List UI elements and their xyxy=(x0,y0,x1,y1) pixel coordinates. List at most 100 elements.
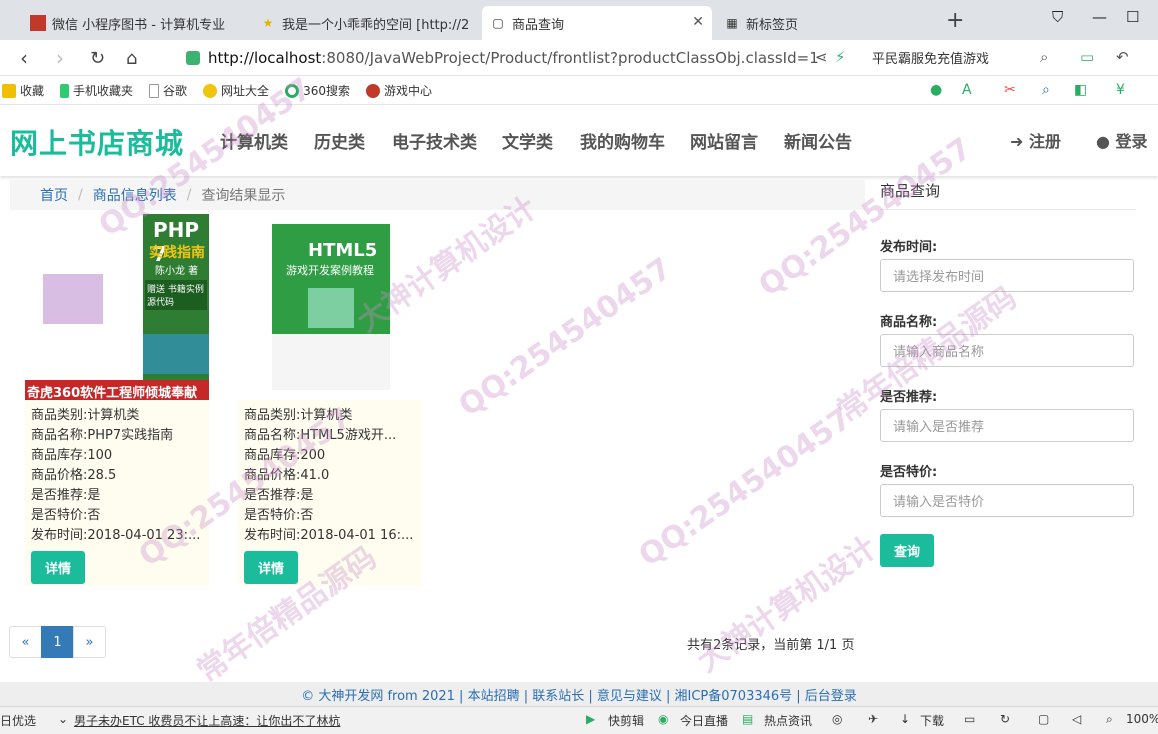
status-deals[interactable]: 日优选 xyxy=(0,712,36,729)
pagination: « 1 » xyxy=(9,626,106,658)
tab-title: 我是一个小乖乖的空间 [http://2 xyxy=(282,17,470,33)
search-panel: 商品查询 发布时间: 请选择发布时间 商品名称: 请输入商品名称 是否推荐: 请… xyxy=(880,180,1136,580)
search-icon[interactable]: ⌕ xyxy=(1040,48,1048,66)
window-icon[interactable]: ▢ xyxy=(1038,712,1049,726)
login-link[interactable]: ● 登录 xyxy=(1096,128,1148,152)
wallet-icon[interactable]: ¥ xyxy=(1116,82,1125,98)
maximize-icon[interactable]: ☐ xyxy=(1126,8,1139,26)
share-icon[interactable]: ⋖ xyxy=(815,48,828,66)
chevron-down-icon: ⌄ xyxy=(58,712,69,726)
next-page-button[interactable]: » xyxy=(73,626,106,658)
nav-history[interactable]: 历史类 xyxy=(314,128,365,153)
publish-time-input[interactable]: 请选择发布时间 xyxy=(880,259,1134,292)
new-tab-icon[interactable]: + xyxy=(946,8,964,33)
nav-literature[interactable]: 文学类 xyxy=(502,128,553,153)
product-stock: 商品库存:100 xyxy=(31,448,113,463)
status-news-link[interactable]: 男子未办ETC 收费员不让上高速：让你出不了林杭 xyxy=(74,712,340,729)
bookmark-games[interactable]: 游戏中心 xyxy=(365,82,432,99)
refresh-icon[interactable]: ↻ xyxy=(1000,712,1010,726)
layout-icon[interactable]: ▭ xyxy=(964,712,975,726)
home-icon[interactable]: ⌂ xyxy=(126,48,137,69)
url-path: :8080/JavaWebProject/Product/frontlist?p… xyxy=(321,49,819,67)
product-price: 商品价格:41.0 xyxy=(244,468,330,483)
recommend-input[interactable]: 请输入是否推荐 xyxy=(880,409,1134,442)
secure-shield-icon xyxy=(186,51,200,65)
detail-button[interactable]: 详情 xyxy=(31,551,85,584)
status-hot-news[interactable]: 热点资讯 xyxy=(764,712,812,729)
breadcrumb-separator: / xyxy=(78,187,83,203)
shirt-icon[interactable]: ⛉ xyxy=(1052,8,1063,26)
close-tab-icon[interactable]: ✕ xyxy=(692,14,704,30)
status-quick-edit[interactable]: 快剪辑 xyxy=(608,712,644,729)
prev-page-button[interactable]: « xyxy=(9,626,42,658)
site-header: 网上书店商城 计算机类 历史类 电子技术类 文学类 我的购物车 网站留言 新闻公… xyxy=(0,106,1158,176)
url-field[interactable]: http://localhost:8080/JavaWebProject/Pro… xyxy=(186,46,846,70)
breadcrumb-current: 查询结果显示 xyxy=(201,188,286,204)
product-recommend: 是否推荐:是 xyxy=(31,488,101,503)
browser-tab-4[interactable]: ▦ 新标签页 xyxy=(716,6,938,40)
battery-icon[interactable]: ▭ xyxy=(1080,48,1094,66)
browser-tab-active[interactable]: ▢ 商品查询 ✕ xyxy=(482,6,712,40)
gamepad-icon[interactable]: ◧ xyxy=(1074,82,1087,98)
status-live[interactable]: 今日直播 xyxy=(680,712,728,729)
video-edit-icon: ▶ xyxy=(586,712,596,726)
breadcrumb-home[interactable]: 首页 xyxy=(40,185,68,205)
breadcrumb: 首页 / 商品信息列表 / 查询结果显示 xyxy=(10,180,865,210)
chat-icon[interactable]: ● xyxy=(930,82,942,98)
lightning-icon[interactable]: ⚡ xyxy=(835,48,846,66)
undo-icon[interactable]: ↶ xyxy=(1116,48,1129,66)
translate-icon[interactable]: A xyxy=(962,82,972,98)
bookmark-label: 网址大全 xyxy=(221,84,270,98)
nav-messages[interactable]: 网站留言 xyxy=(690,128,758,153)
product-name-input[interactable]: 请输入商品名称 xyxy=(880,334,1134,367)
product-publish-time: 发布时间:2018-04-01 16:... xyxy=(244,528,414,543)
pin-icon[interactable]: ✈ xyxy=(868,712,878,726)
reload-icon[interactable]: ↻ xyxy=(90,48,105,69)
sign-in-icon: ➜ xyxy=(1010,132,1024,151)
nav-news[interactable]: 新闻公告 xyxy=(784,128,852,153)
cover-author: 陈小龙 著 xyxy=(155,266,199,277)
search-suggestion[interactable]: 平民霸服免充值游戏 xyxy=(872,48,989,67)
product-special: 是否特价:否 xyxy=(31,508,101,523)
query-button[interactable]: 查询 xyxy=(880,534,934,567)
watermark: 大神计算机设计 xyxy=(690,530,884,680)
nav-electronics[interactable]: 电子技术类 xyxy=(392,128,477,153)
nav-computer[interactable]: 计算机类 xyxy=(220,128,288,153)
status-download[interactable]: 下载 xyxy=(920,712,944,729)
field-label-special: 是否特价: xyxy=(880,465,938,480)
product-cover-image[interactable]: HTML5 游戏开发案例教程 xyxy=(238,214,422,400)
bookmark-google[interactable]: 谷歌 xyxy=(149,82,187,99)
bookmark-mobile[interactable]: 手机收藏夹 xyxy=(60,82,133,99)
forward-icon[interactable]: › xyxy=(56,46,64,70)
product-cover-image[interactable]: PHP 7 实践指南 陈小龙 著 赠送 书籍实例源代码 商品名称:PHP7实践指… xyxy=(25,214,209,400)
scissors-icon[interactable]: ✂ xyxy=(1004,82,1016,98)
browser-tab-1[interactable]: 微信 小程序图书 - 计算机专业 xyxy=(22,6,246,40)
zoom-icon: ⌕ xyxy=(1106,712,1113,726)
login-label: 登录 xyxy=(1115,132,1148,151)
bookmark-favorites[interactable]: 收藏 xyxy=(2,82,44,99)
speaker-icon[interactable]: ◁ xyxy=(1072,712,1081,726)
star-icon xyxy=(2,83,16,98)
speed-icon[interactable]: ◎ xyxy=(832,712,842,726)
browser-tab-2[interactable]: ★ 我是一个小乖乖的空间 [http://2 xyxy=(252,6,476,40)
detail-button[interactable]: 详情 xyxy=(244,551,298,584)
product-stock: 商品库存:200 xyxy=(244,448,326,463)
product-name: 商品名称:PHP7实践指南 xyxy=(31,428,174,443)
bookmark-sites[interactable]: 网址大全 xyxy=(203,82,269,99)
back-icon[interactable]: ‹ xyxy=(20,46,28,70)
nav-cart[interactable]: 我的购物车 xyxy=(580,128,665,153)
page-button-current[interactable]: 1 xyxy=(41,626,74,658)
special-input[interactable]: 请输入是否特价 xyxy=(880,484,1134,517)
zoom-level[interactable]: 100% xyxy=(1126,712,1158,726)
product-card: PHP 7 实践指南 陈小龙 著 赠送 书籍实例源代码 商品名称:PHP7实践指… xyxy=(25,214,209,586)
breadcrumb-product-list[interactable]: 商品信息列表 xyxy=(93,185,177,205)
register-link[interactable]: ➜ 注册 xyxy=(1010,128,1061,152)
url-host: http://localhost xyxy=(208,49,322,67)
site-brand[interactable]: 网上书店商城 xyxy=(10,122,184,162)
minimize-icon[interactable]: — xyxy=(1092,8,1107,26)
magnifier-icon[interactable]: ⌕ xyxy=(1042,82,1050,98)
site-footer[interactable]: © 大神开发网 from 2021 | 本站招聘 | 联系站长 | 意见与建议 … xyxy=(0,682,1158,706)
product-publish-time: 发布时间:2018-04-01 23:... xyxy=(31,528,201,543)
bookmark-360[interactable]: 360搜索 xyxy=(285,82,350,99)
watermark: QQ:254540457 xyxy=(632,401,859,574)
